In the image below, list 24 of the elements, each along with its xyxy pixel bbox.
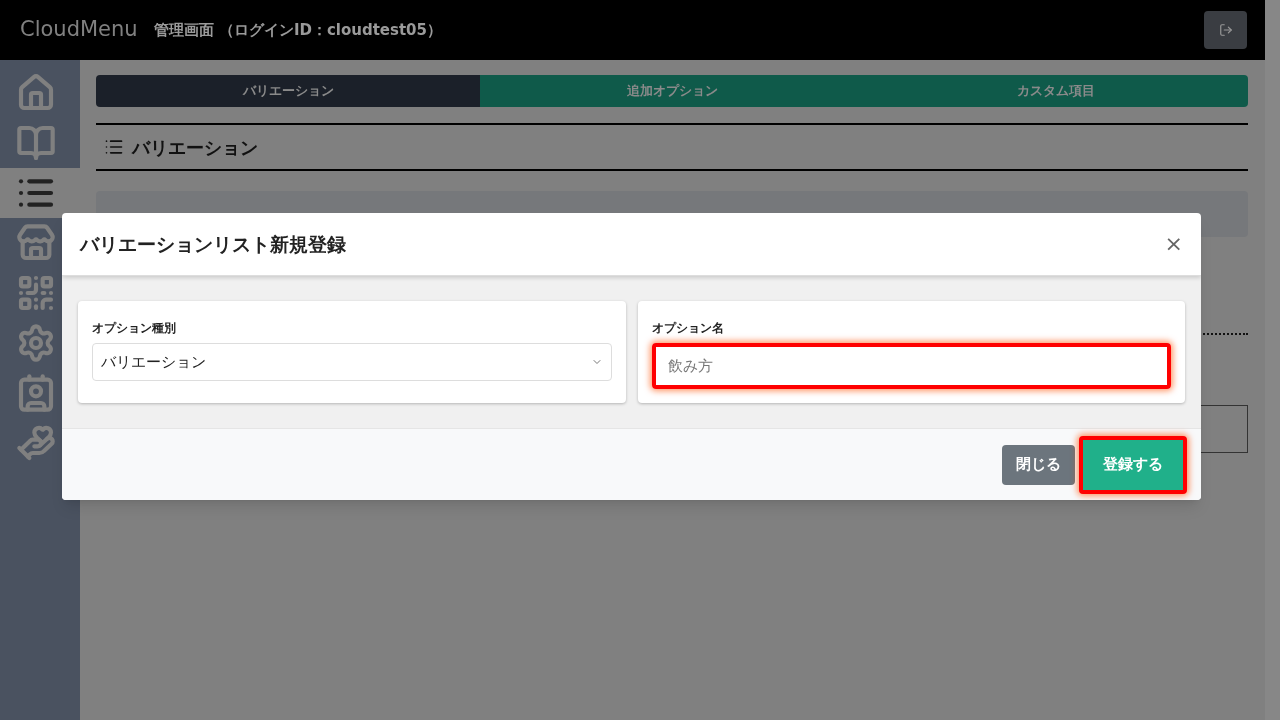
select-field[interactable]: バリエーション bbox=[92, 343, 612, 381]
close-dialog-button[interactable]: 閉じる bbox=[1002, 444, 1075, 485]
close-button[interactable]: × bbox=[1164, 233, 1183, 255]
book-icon bbox=[16, 123, 56, 163]
field-label: オプション名 bbox=[651, 320, 725, 337]
hand-heart-icon bbox=[16, 423, 56, 463]
section-title: バリエーション bbox=[132, 135, 258, 160]
store-icon bbox=[16, 223, 56, 263]
dialog-title: バリエーションリスト新規登録 bbox=[80, 231, 346, 257]
input-field[interactable]: 飲み方 bbox=[651, 343, 1171, 389]
home-icon bbox=[16, 73, 56, 113]
tab[interactable]: カスタム項目 bbox=[864, 75, 1248, 107]
logo: CloudMenu bbox=[20, 16, 138, 44]
register-button[interactable]: 登録する bbox=[1079, 435, 1187, 494]
list-icon bbox=[104, 137, 124, 157]
header-title: 管理画面 （ログインID：cloudtest05） bbox=[153, 19, 442, 41]
sidebar-item[interactable] bbox=[0, 168, 80, 218]
tab[interactable]: 追加オプション bbox=[480, 75, 864, 107]
field-label: オプション種別 bbox=[92, 320, 177, 337]
tab[interactable]: バリエーション bbox=[96, 75, 480, 107]
id-card-icon bbox=[16, 373, 56, 413]
logout-icon bbox=[1218, 23, 1233, 37]
settings-icon bbox=[16, 323, 56, 363]
qr-code-icon bbox=[16, 273, 56, 313]
